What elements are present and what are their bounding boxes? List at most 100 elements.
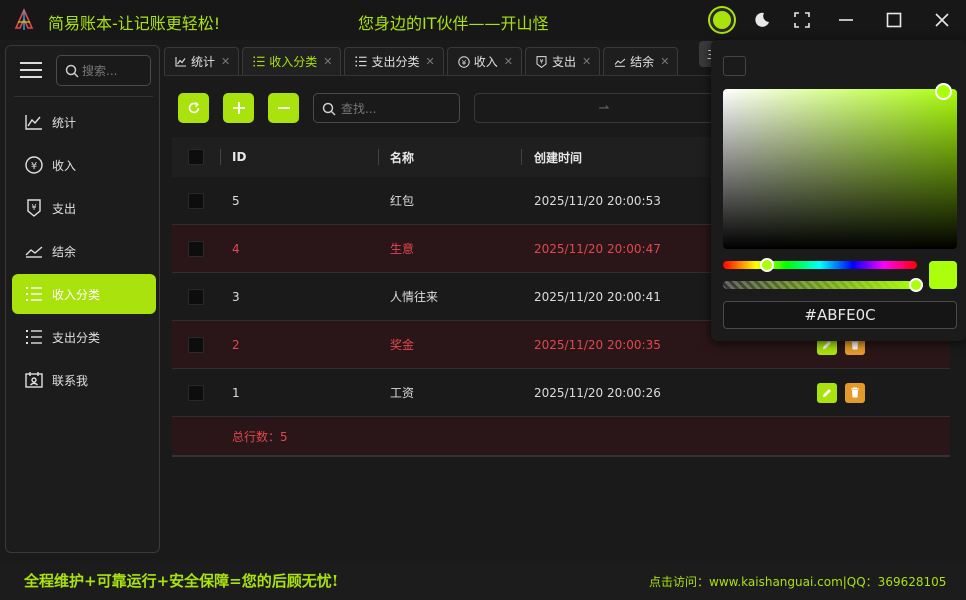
total-count: 总行数：5	[232, 429, 288, 444]
row-select-cell	[188, 321, 204, 368]
row-checkbox[interactable]	[188, 288, 204, 305]
saturation-handle[interactable]	[935, 83, 952, 100]
title-bar: 简易账本-让记账更轻松! 您身边的IT伙伴——开山怪	[0, 0, 966, 40]
app-title: 简易账本-让记账更轻松!	[48, 14, 221, 33]
list-icon	[253, 56, 265, 68]
cell-id: 2	[232, 337, 240, 352]
hex-color-input[interactable]: #ABFE0C	[723, 301, 957, 329]
row-select-cell	[188, 273, 204, 320]
tab-close-icon[interactable]: ✕	[660, 55, 669, 68]
tab-label: 结余	[630, 55, 655, 69]
pencil-icon	[823, 388, 831, 397]
tab-label: 收入分类	[269, 55, 318, 69]
footer-website-link[interactable]: 点击访问：www.kaishanguai.com|QQ：369628105	[649, 573, 946, 590]
cell-id: 3	[232, 289, 240, 304]
sidebar-item-label: 联系我	[52, 373, 89, 388]
hue-handle[interactable]	[760, 258, 774, 272]
sidebar-item-stats[interactable]: 统计	[12, 102, 156, 142]
sidebar-item-balance[interactable]: 结余	[12, 231, 156, 271]
cell-name: 红包	[390, 194, 415, 208]
contact-card-icon	[24, 370, 44, 390]
row-select-cell	[188, 177, 204, 224]
sidebar-item-income[interactable]: ¥ 收入	[12, 145, 156, 185]
fullscreen-icon[interactable]	[790, 8, 814, 32]
sidebar-item-label: 收入	[52, 158, 77, 173]
date-range-picker[interactable]: ⇀	[474, 93, 734, 123]
find-input[interactable]	[341, 100, 453, 118]
sidebar-item-income-category[interactable]: 收入分类	[12, 274, 156, 314]
tab-expense[interactable]: ¥ 支出 ✕	[524, 47, 601, 75]
column-header-id[interactable]: ID	[232, 137, 246, 177]
row-checkbox[interactable]	[188, 240, 204, 257]
row-checkbox[interactable]	[188, 336, 204, 353]
sidebar-item-label: 统计	[52, 115, 77, 130]
tab-expense-category[interactable]: 支出分类 ✕	[344, 47, 444, 75]
tab-close-icon[interactable]: ✕	[323, 55, 332, 68]
sidebar-item-label: 支出分类	[52, 330, 101, 345]
alpha-handle[interactable]	[909, 278, 923, 292]
sidebar-divider	[14, 96, 153, 97]
tab-income-category[interactable]: 收入分类 ✕	[242, 47, 342, 75]
close-icon[interactable]	[930, 8, 954, 32]
cell-id: 5	[232, 193, 240, 208]
sidebar-search[interactable]	[56, 55, 151, 86]
tab-close-icon[interactable]: ✕	[582, 55, 591, 68]
range-separator: ⇀	[598, 100, 610, 116]
plus-icon	[232, 102, 245, 114]
row-checkbox[interactable]	[188, 192, 204, 209]
column-header-name[interactable]: 名称	[390, 137, 414, 177]
pencil-icon	[823, 340, 831, 349]
row-select-cell	[188, 369, 204, 416]
remove-button[interactable]	[268, 93, 299, 123]
refresh-button[interactable]	[178, 93, 209, 123]
minimize-icon[interactable]	[834, 8, 858, 32]
svg-text:¥: ¥	[31, 203, 36, 212]
tab-close-icon[interactable]: ✕	[425, 55, 434, 68]
edit-button[interactable]	[817, 382, 837, 403]
svg-text:¥: ¥	[31, 161, 37, 172]
tab-close-icon[interactable]: ✕	[221, 55, 230, 68]
cell-created: 2025/11/20 20:00:47	[534, 241, 661, 256]
sidebar-item-label: 收入分类	[52, 287, 101, 302]
sidebar-item-expense[interactable]: ¥ 支出	[12, 188, 156, 228]
sidebar-item-contact[interactable]: 联系我	[12, 360, 156, 400]
tab-bar: 统计 ✕ 收入分类 ✕ 支出分类 ✕ ¥ 收入 ✕ ¥ 支出 ✕ 结余 ✕	[164, 47, 681, 76]
row-checkbox[interactable]	[188, 384, 204, 401]
select-all-checkbox[interactable]	[188, 149, 204, 165]
trend-icon	[614, 56, 626, 68]
table-total-row: 总行数：5	[172, 417, 950, 457]
tab-label: 统计	[191, 55, 216, 69]
list-icon	[24, 327, 44, 347]
cell-created: 2025/11/20 20:00:26	[534, 385, 661, 400]
list-icon	[24, 284, 44, 304]
find-field[interactable]	[313, 93, 460, 123]
add-button[interactable]	[223, 93, 254, 123]
tab-balance[interactable]: 结余 ✕	[603, 47, 679, 75]
table-row[interactable]: 1 工资 2025/11/20 20:00:26	[172, 369, 950, 417]
alpha-slider[interactable]	[723, 281, 917, 289]
hue-slider[interactable]	[723, 261, 917, 269]
tab-income[interactable]: ¥ 收入 ✕	[446, 47, 522, 75]
delete-button[interactable]	[845, 382, 865, 403]
svg-text:¥: ¥	[461, 58, 466, 66]
picker-close-icon[interactable]	[723, 56, 746, 76]
yen-shield-icon: ¥	[24, 198, 44, 218]
cell-name: 生意	[390, 242, 415, 256]
saturation-value-area[interactable]	[723, 89, 957, 249]
search-icon	[65, 64, 79, 78]
moon-icon[interactable]	[750, 8, 774, 32]
tab-stats[interactable]: 统计 ✕	[164, 47, 240, 75]
maximize-icon[interactable]	[882, 8, 906, 32]
yen-circle-icon: ¥	[458, 55, 470, 68]
hamburger-menu-icon[interactable]	[20, 62, 42, 82]
column-header-created[interactable]: 创建时间	[534, 137, 582, 177]
sidebar-item-expense-category[interactable]: 支出分类	[12, 317, 156, 357]
color-picker-popup: #ABFE0C	[711, 40, 966, 341]
cell-id: 4	[232, 241, 240, 256]
sidebar-search-input[interactable]	[82, 62, 146, 80]
theme-color-button[interactable]	[710, 8, 734, 32]
cell-created: 2025/11/20 20:00:35	[534, 337, 661, 352]
cell-name: 奖金	[390, 338, 415, 352]
list-icon	[355, 56, 367, 68]
tab-close-icon[interactable]: ✕	[504, 55, 513, 68]
